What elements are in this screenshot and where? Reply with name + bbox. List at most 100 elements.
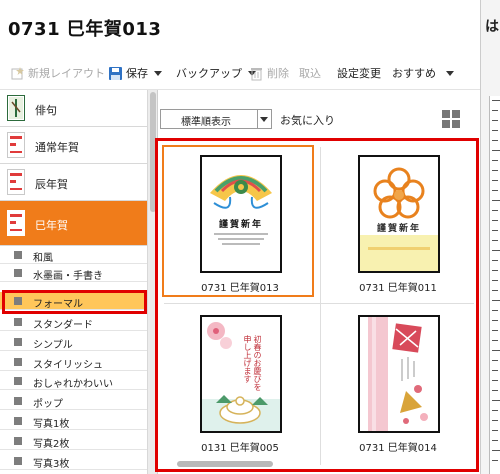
delete-button[interactable]: 削除 (249, 65, 289, 81)
ruler-tick (492, 200, 500, 201)
backup-button[interactable]: バックアップ (176, 65, 256, 81)
template-card[interactable]: 初春のお慶びを申し上げます 0131 巳年賀005 (164, 307, 316, 459)
card-name: 0131 巳年賀005 (201, 443, 279, 454)
bullet-square-icon (14, 251, 22, 259)
card-icon (7, 132, 25, 158)
ruler-tick (492, 230, 498, 231)
ruler-tick (492, 440, 498, 441)
new-layout-icon (10, 66, 25, 81)
card-thumbnail: 謹賀新年 (200, 155, 282, 273)
save-label: 保存 (126, 67, 148, 80)
ruler-tick (492, 140, 498, 141)
card-thumbnail (358, 315, 440, 433)
subcategory-item[interactable]: ポップ (0, 392, 147, 410)
subcategory-item[interactable]: 水墨画・手書き (0, 264, 147, 282)
backup-label: バックアップ (176, 67, 242, 80)
grid-view-icon[interactable] (442, 110, 460, 128)
pink-ribbon-illustration (368, 317, 428, 431)
recommend-button[interactable]: おすすめ (392, 65, 454, 81)
chevron-down-icon (260, 117, 268, 122)
recommend-label: おすすめ (392, 67, 436, 80)
window-title: 0731 巳年賀013 (8, 19, 162, 40)
haiku-scroll-icon (7, 95, 25, 121)
ruler-tick (492, 300, 500, 301)
fan-illustration (210, 175, 272, 209)
save-button[interactable]: 保存 (108, 65, 162, 81)
subcategory-item[interactable]: 和風 (0, 246, 147, 264)
card-icon (7, 210, 25, 236)
ruler-tick (492, 380, 498, 381)
card-greeting-text: 謹賀新年 (218, 220, 263, 230)
template-card[interactable]: 0731 巳年賀014 (322, 307, 474, 459)
subcategory-item[interactable]: スタイリッシュ (0, 353, 147, 371)
subcategory-item[interactable]: スタンダード (0, 313, 147, 331)
ruler-tick (492, 420, 498, 421)
category-label: 辰年賀 (35, 178, 68, 191)
ruler-tick (492, 370, 498, 371)
grid-divider (164, 303, 474, 304)
ruler-tick (492, 210, 498, 211)
category-sidebar: 俳句 通常年賀 辰年賀 巳年賀 和風 水墨画・手書き フォーマル スタンダード … (0, 90, 148, 474)
sort-order-value: 標準順表示 (181, 117, 231, 128)
ruler-tick (492, 280, 498, 281)
ruler-tick (492, 330, 498, 331)
settings-label: 設定変更 (337, 67, 381, 80)
horizontal-scrollbar-thumb[interactable] (177, 461, 273, 467)
bullet-square-icon (14, 417, 22, 425)
category-regular-newyear[interactable]: 通常年賀 (0, 127, 147, 164)
import-button[interactable]: 取込 (299, 65, 321, 81)
ruler-tick (492, 120, 498, 121)
ruler-tick (492, 270, 498, 271)
category-snake-year[interactable]: 巳年賀 (0, 201, 147, 246)
new-layout-label: 新規レイアウト (28, 67, 105, 80)
subcategory-item[interactable]: おしゃれかわいい (0, 372, 147, 390)
ruler-tick (492, 240, 498, 241)
toolbar: 新規レイアウト 保存 バックアップ 削除 取込 設定変更 おすすめ (0, 56, 480, 90)
ruler-tick (492, 430, 498, 431)
ruler-tick (492, 160, 498, 161)
ruler-tick (492, 310, 498, 311)
ruler-tick (492, 190, 498, 191)
subcategory-item-selected[interactable]: フォーマル (0, 292, 147, 310)
adjacent-window-edge: は (480, 0, 500, 474)
bullet-square-icon (14, 338, 22, 346)
template-card[interactable]: 謹賀新年 0731 巳年賀011 (322, 147, 474, 299)
ruler-tick (492, 250, 500, 251)
bullet-square-icon (14, 358, 22, 366)
subcategory-item[interactable]: シンプル (0, 333, 147, 351)
ruler-tick (492, 400, 500, 401)
ruler-tick (492, 290, 498, 291)
ruler-tick (492, 450, 500, 451)
delete-label: 削除 (267, 67, 289, 80)
sort-dropdown-button[interactable] (257, 110, 271, 128)
subcategory-item[interactable]: 写真1枚 (0, 412, 147, 430)
card-greeting-text: 初春のお慶びを申し上げます (243, 335, 262, 391)
template-card-selected[interactable]: 謹賀新年 0731 巳年賀013 (162, 145, 314, 297)
ruler-tick (492, 110, 498, 111)
card-greeting-text: 謹賀新年 (376, 224, 421, 234)
import-label: 取込 (299, 67, 321, 80)
subcategory-item[interactable]: 写真2枚 (0, 432, 147, 450)
category-label: 巳年賀 (35, 219, 68, 232)
window-titlebar: 0731 巳年賀013 (0, 0, 480, 56)
category-haiku[interactable]: 俳句 (0, 90, 147, 127)
category-dragon-year[interactable]: 辰年賀 (0, 164, 147, 201)
bullet-square-icon (14, 297, 22, 305)
recommend-dropdown-caret[interactable] (446, 70, 454, 76)
card-name: 0731 巳年賀014 (359, 443, 437, 454)
favorites-link[interactable]: お気に入り (280, 112, 335, 128)
bullet-square-icon (14, 457, 22, 465)
category-label: 俳句 (35, 104, 57, 117)
new-layout-button[interactable]: 新規レイアウト (10, 65, 105, 81)
settings-button[interactable]: 設定変更 (337, 65, 381, 81)
card-icon (7, 169, 25, 195)
save-dropdown-caret[interactable] (154, 70, 162, 76)
ruler-tick (492, 410, 498, 411)
bullet-square-icon (14, 318, 22, 326)
subcategory-item[interactable]: 写真3枚 (0, 452, 147, 470)
card-name: 0731 巳年賀011 (359, 283, 437, 294)
trash-icon (249, 66, 264, 81)
sort-order-select[interactable]: 標準順表示 (160, 109, 272, 129)
ruler-tick (492, 100, 500, 101)
ruler-tick (492, 360, 498, 361)
